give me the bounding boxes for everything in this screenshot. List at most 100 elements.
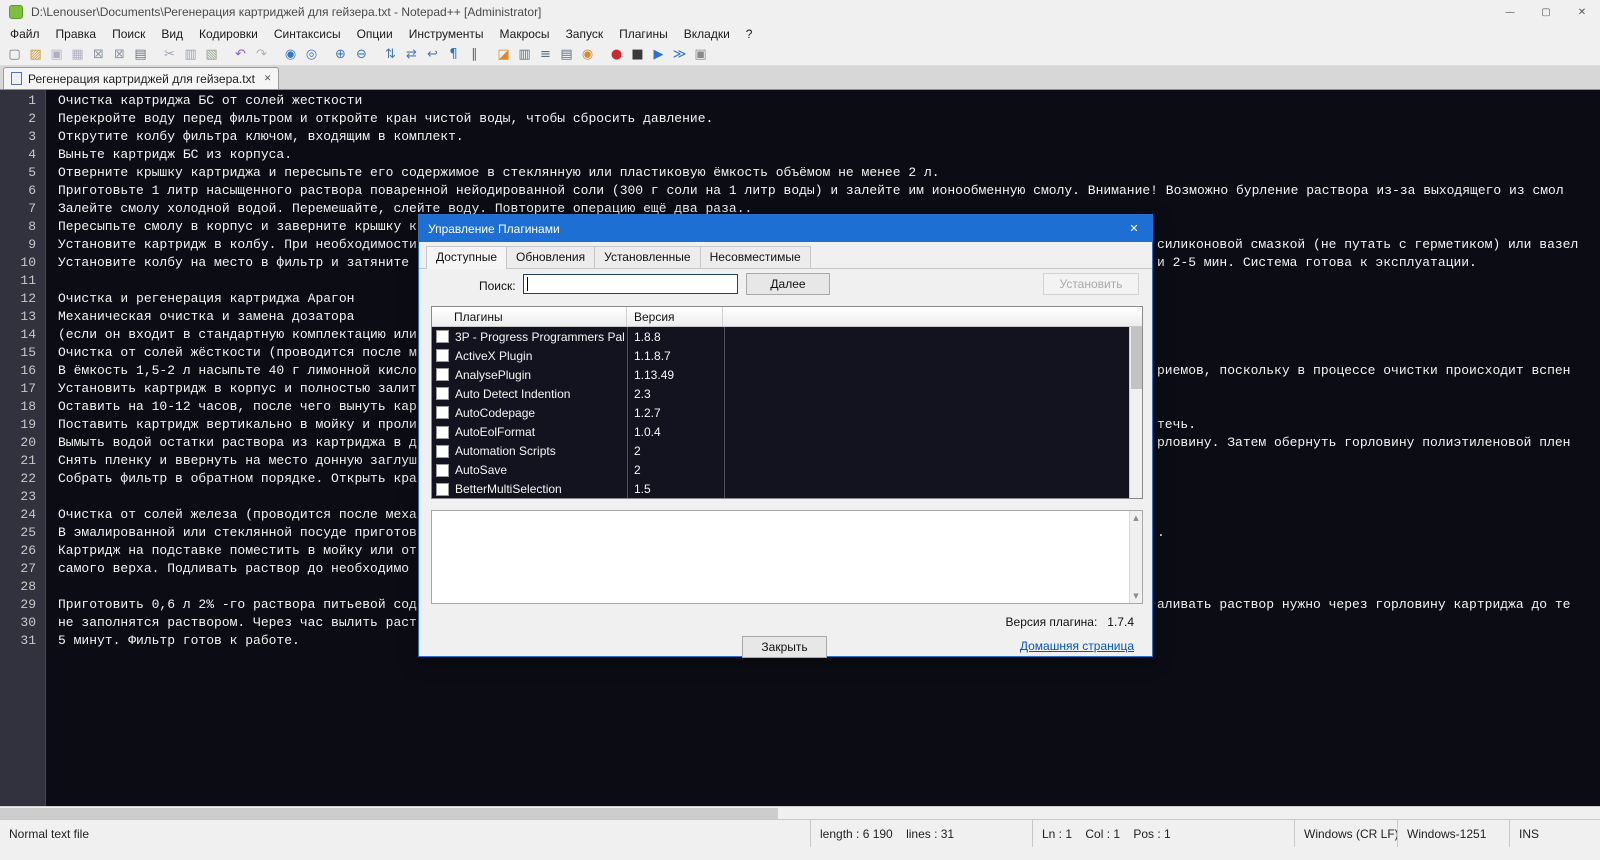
sync-vertical-icon[interactable]: ⇅ [381,45,400,64]
new-file-icon[interactable]: ▢ [5,45,24,64]
user-defined-dialog-icon[interactable]: ◪ [494,45,513,64]
editor-line[interactable]: 5Отверните крышку картриджа и пересыпьте… [0,164,1600,182]
plugin-row[interactable]: AutoCodepage1.2.7 [432,403,1129,422]
editor-line[interactable]: 2Перекройте воду перед фильтром и открой… [0,110,1600,128]
menu-item-tabs[interactable]: Вкладки [676,25,738,43]
status-eol-format: Windows (CR LF) [1294,820,1397,847]
plugin-checkbox[interactable] [436,464,449,477]
replace-icon[interactable]: ◎ [302,45,321,64]
dialog-tab-updates[interactable]: Обновления [506,246,595,268]
menu-item-search[interactable]: Поиск [104,25,153,43]
line-text: Вымыть водой остатки раствора из картрид… [58,434,417,452]
menu-item-encoding[interactable]: Кодировки [191,25,266,43]
plugin-row[interactable]: BetterMultiSelection1.5 [432,480,1129,499]
dialog-close-icon[interactable]: ✕ [1116,215,1152,242]
document-map-icon[interactable]: ▥ [515,45,534,64]
column-header-plugins[interactable]: Плагины [432,307,627,326]
find-icon[interactable]: ◉ [281,45,300,64]
document-switcher-icon[interactable]: ▤ [557,45,576,64]
menu-item-macro[interactable]: Макросы [492,25,558,43]
function-list-icon[interactable]: ≡ [536,45,555,64]
save-macro-icon[interactable]: ▣ [691,45,710,64]
editor-line[interactable]: 1Очистка картриджа БС от солей жесткости [0,92,1600,110]
stop-macro-icon[interactable]: ■ [628,45,647,64]
menu-item-settings[interactable]: Опции [349,25,401,43]
menu-item-view[interactable]: Вид [153,25,191,43]
word-wrap-icon[interactable]: ↩ [423,45,442,64]
horizontal-scrollbar[interactable] [0,806,1600,819]
indent-guide-icon[interactable]: ∥ [465,45,484,64]
menu-item-language[interactable]: Синтаксисы [266,25,349,43]
plugin-row[interactable]: AutoSave2 [432,461,1129,480]
plugin-row[interactable]: Automation Scripts2 [432,442,1129,461]
close-dialog-button[interactable]: Закрыть [742,636,827,658]
menu-item-help[interactable]: ? [738,25,761,43]
file-tab[interactable]: Регенерация картриджей для гейзера.txt ✕ [3,67,279,89]
install-button[interactable]: Установить [1043,273,1139,295]
plugin-checkbox[interactable] [436,406,449,419]
plugin-checkbox[interactable] [436,387,449,400]
scroll-up-icon[interactable]: ▲ [1130,514,1142,522]
menu-item-edit[interactable]: Правка [48,25,105,43]
line-number: 19 [0,416,36,434]
dialog-tab-available[interactable]: Доступные [426,246,507,269]
save-file-icon[interactable]: ▣ [47,45,66,64]
print-icon[interactable]: ▤ [131,45,150,64]
menu-item-run[interactable]: Запуск [558,25,612,43]
editor-line[interactable]: 3Открутите колбу фильтра ключом, входящи… [0,128,1600,146]
record-macro-icon[interactable]: ● [607,45,626,64]
next-button[interactable]: Далее [746,273,830,295]
copy-icon[interactable]: ▥ [181,45,200,64]
cut-icon[interactable]: ✂ [160,45,179,64]
run-macro-multiple-icon[interactable]: ≫ [670,45,689,64]
tab-close-icon[interactable]: ✕ [264,74,272,84]
save-all-icon[interactable]: ▦ [68,45,87,64]
sync-horizontal-icon[interactable]: ⇄ [402,45,421,64]
maximize-icon[interactable]: ▢ [1528,0,1564,24]
plugin-row[interactable]: Auto Detect Indention2.3 [432,384,1129,403]
zoom-out-icon[interactable]: ⊖ [352,45,371,64]
play-macro-icon[interactable]: ▶ [649,45,668,64]
close-all-icon[interactable]: ⊠ [110,45,129,64]
homepage-link[interactable]: Домашняя страница [1020,639,1134,653]
redo-icon[interactable]: ↷ [252,45,271,64]
plugin-checkbox[interactable] [436,445,449,458]
minimize-icon[interactable]: — [1492,0,1528,24]
plugin-checkbox[interactable] [436,368,449,381]
scroll-down-icon[interactable]: ▼ [1130,592,1142,600]
tab-bar: Регенерация картриджей для гейзера.txt ✕ [0,66,1600,90]
plugin-version: 1.2.7 [627,406,661,420]
undo-icon[interactable]: ↶ [231,45,250,64]
plugin-row[interactable]: AutoEolFormat1.0.4 [432,422,1129,441]
dialog-tab-installed[interactable]: Установленные [594,246,700,268]
open-file-icon[interactable]: ▨ [26,45,45,64]
close-icon[interactable]: ✕ [1564,0,1600,24]
dialog-title-bar[interactable]: Управление Плагинами ✕ [419,215,1152,242]
plugin-list-header: Плагины Версия [432,307,1142,327]
plugin-name: AutoSave [455,463,627,477]
editor-line[interactable]: 4Выньте картридж БС из корпуса. [0,146,1600,164]
plugin-list-scrollbar[interactable] [1129,327,1142,498]
monitoring-icon[interactable]: ◉ [578,45,597,64]
dialog-tab-incompatible[interactable]: Несовместимые [700,246,811,268]
plugin-row[interactable]: AnalysePlugin1.13.49 [432,365,1129,384]
editor-line[interactable]: 6Приготовьте 1 литр насыщенного раствора… [0,182,1600,200]
search-input[interactable] [523,274,738,294]
plugin-checkbox[interactable] [436,349,449,362]
plugin-checkbox[interactable] [436,330,449,343]
plugin-checkbox[interactable] [436,426,449,439]
plugin-row[interactable]: 3P - Progress Programmers Pal1.8.8 [432,327,1129,346]
zoom-in-icon[interactable]: ⊕ [331,45,350,64]
menu-item-file[interactable]: Файл [2,25,48,43]
plugin-checkbox[interactable] [436,483,449,496]
horizontal-scrollbar-thumb[interactable] [0,808,778,819]
paste-icon[interactable]: ▧ [202,45,221,64]
close-file-icon[interactable]: ⊠ [89,45,108,64]
menu-item-tools[interactable]: Инструменты [401,25,492,43]
show-all-chars-icon[interactable]: ¶ [444,45,463,64]
plugin-list-scrollbar-thumb[interactable] [1131,327,1142,389]
plugin-row[interactable]: ActiveX Plugin1.1.8.7 [432,346,1129,365]
description-scrollbar[interactable]: ▲ ▼ [1129,511,1142,603]
column-header-version[interactable]: Версия [627,307,723,326]
menu-item-plugins[interactable]: Плагины [611,25,676,43]
